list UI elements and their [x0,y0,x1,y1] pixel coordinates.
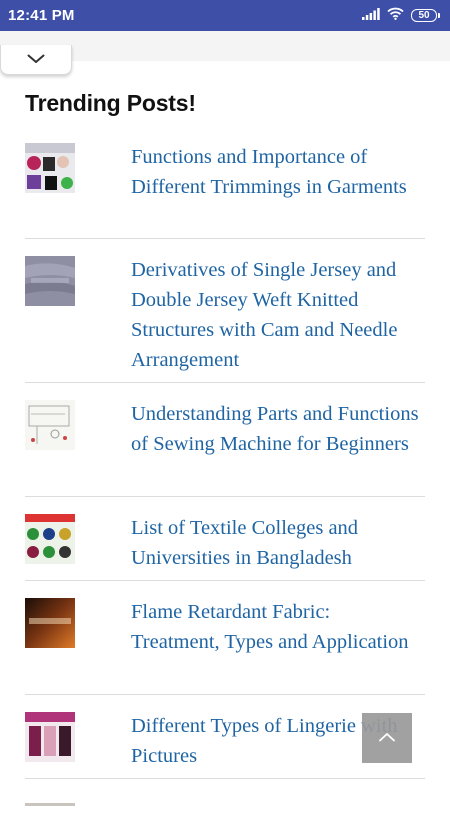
chevron-up-icon [378,729,396,747]
status-time: 12:41 PM [8,7,75,24]
post-link[interactable]: Functions and Importance of Different Tr… [131,142,421,202]
list-item: Functions and Importance of Different Tr… [25,140,425,239]
section-title: Trending Posts! [25,90,196,116]
signal-icon [362,7,380,25]
wifi-icon [387,7,404,25]
thumbnail-image[interactable] [25,256,75,306]
list-item: Derivatives of Single Jersey and Double … [25,239,425,383]
thumbnail-image[interactable] [25,514,75,564]
thumbnail-image[interactable] [25,712,75,762]
status-icons: 50 [362,7,440,25]
collapse-toggle-button[interactable] [0,45,72,75]
list-item: Understanding Parts and Functions of Sew… [25,383,425,497]
battery-icon: 50 [411,9,440,22]
list-item: Flame Retardant Fabric: Treatment, Types… [25,581,425,695]
thumbnail-image[interactable] [25,400,75,450]
list-item [25,779,425,819]
post-link[interactable]: Derivatives of Single Jersey and Double … [131,255,421,375]
back-to-top-button[interactable] [362,713,412,763]
chevron-down-icon [27,51,45,69]
post-link[interactable]: Flame Retardant Fabric: Treatment, Types… [131,597,421,657]
thumbnail-image[interactable] [25,143,75,193]
thumbnail-image[interactable] [25,598,75,648]
battery-level: 50 [411,9,437,22]
post-link[interactable]: List of Textile Colleges and Universitie… [131,513,421,573]
list-item: List of Textile Colleges and Universitie… [25,497,425,581]
status-bar: 12:41 PM 50 [0,0,450,31]
thumbnail-image[interactable] [25,798,75,806]
post-link[interactable]: Understanding Parts and Functions of Sew… [131,399,421,459]
